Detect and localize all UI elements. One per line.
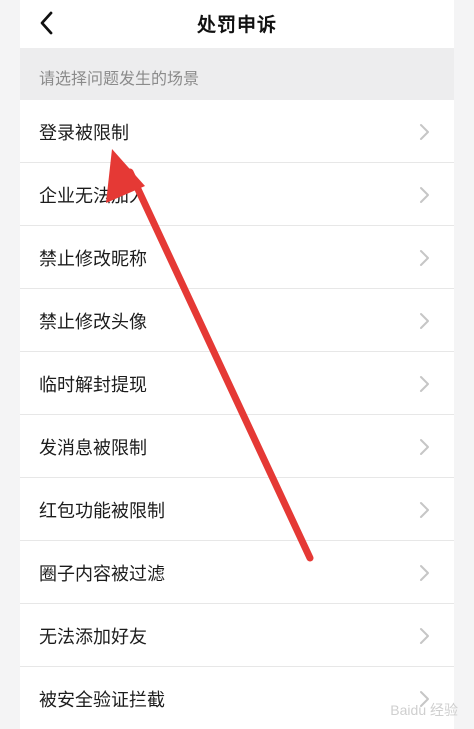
list-item[interactable]: 红包功能被限制	[20, 478, 454, 541]
chevron-right-icon	[420, 502, 429, 518]
chevron-right-icon	[420, 124, 429, 140]
list-item[interactable]: 企业无法加入	[20, 163, 454, 226]
chevron-right-icon	[420, 313, 429, 329]
item-label: 企业无法加入	[39, 186, 147, 207]
chevron-right-icon	[420, 439, 429, 455]
item-label: 红包功能被限制	[39, 501, 165, 522]
list-item[interactable]: 发消息被限制	[20, 415, 454, 478]
list-item[interactable]: 禁止修改昵称	[20, 226, 454, 289]
list-item[interactable]: 无法添加好友	[20, 604, 454, 667]
chevron-right-icon	[420, 628, 429, 644]
item-label: 无法添加好友	[39, 627, 147, 648]
chevron-right-icon	[420, 187, 429, 203]
list-item[interactable]: 临时解封提现	[20, 352, 454, 415]
section-header: 请选择问题发生的场景	[20, 48, 454, 100]
item-label: 登录被限制	[39, 123, 129, 144]
item-label: 被安全验证拦截	[39, 690, 165, 711]
section-prompt: 请选择问题发生的场景	[39, 69, 200, 88]
list-item[interactable]: 圈子内容被过滤	[20, 541, 454, 604]
item-label: 圈子内容被过滤	[39, 564, 165, 585]
item-label: 禁止修改头像	[39, 312, 147, 333]
item-label: 禁止修改昵称	[39, 249, 147, 270]
page-title: 处罚申诉	[196, 14, 277, 36]
scenario-list: 登录被限制 企业无法加入 禁止修改昵称 禁止修改头像 临时解封提现 发消息被限制…	[20, 100, 454, 729]
app-frame: 处罚申诉 请选择问题发生的场景 登录被限制 企业无法加入 禁止修改昵称 禁止修改…	[20, 0, 454, 729]
header: 处罚申诉	[20, 0, 454, 48]
list-item[interactable]: 被安全验证拦截	[20, 667, 454, 729]
item-label: 发消息被限制	[39, 438, 147, 459]
watermark: Baidu 经验	[390, 702, 458, 718]
chevron-right-icon	[420, 250, 429, 266]
list-item[interactable]: 禁止修改头像	[20, 289, 454, 352]
chevron-right-icon	[420, 376, 429, 392]
item-label: 临时解封提现	[39, 375, 147, 396]
list-item[interactable]: 登录被限制	[20, 100, 454, 163]
chevron-right-icon	[420, 565, 429, 581]
